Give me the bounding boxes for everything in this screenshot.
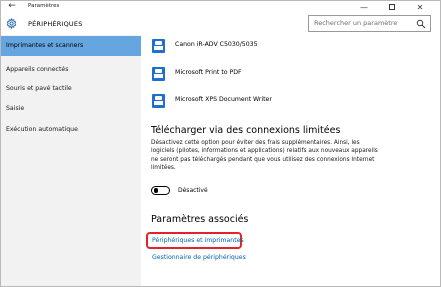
device-item[interactable]: Canon iR-ADV C5030/5035 bbox=[152, 37, 412, 57]
sidebar-item-printers-scanners[interactable]: Imprimantes et scanners bbox=[1, 36, 141, 56]
title-bar: ← Paramètres — ✕ bbox=[1, 1, 440, 14]
search-icon[interactable] bbox=[416, 19, 426, 29]
page-header: PÉRIPHÉRIQUES Rechercher un paramètre bbox=[1, 14, 440, 36]
printer-icon bbox=[152, 94, 165, 108]
related-settings-heading: Paramètres associés bbox=[151, 214, 249, 225]
device-name: Microsoft XPS Document Writer bbox=[175, 96, 272, 103]
printer-icon bbox=[152, 67, 165, 81]
device-name: Canon iR-ADV C5030/5035 bbox=[175, 41, 258, 48]
maximize-icon bbox=[389, 3, 395, 10]
close-button[interactable]: ✕ bbox=[406, 1, 434, 14]
device-item[interactable]: Microsoft XPS Document Writer bbox=[152, 92, 412, 112]
maximize-button[interactable] bbox=[378, 1, 406, 14]
device-item[interactable]: Microsoft Print to PDF bbox=[152, 65, 412, 85]
metered-download-toggle[interactable] bbox=[151, 186, 170, 195]
window-title: Paramètres bbox=[28, 3, 60, 9]
device-manager-link[interactable]: Gestionnaire de périphériques bbox=[152, 254, 246, 261]
device-name: Microsoft Print to PDF bbox=[175, 69, 242, 76]
settings-window: ← Paramètres — ✕ PÉRIPHÉRIQUES Recherche… bbox=[0, 0, 441, 287]
sidebar: Imprimantes et scanners Appareils connec… bbox=[1, 35, 141, 286]
sidebar-item-mouse-touchpad[interactable]: Souris et pavé tactile bbox=[1, 79, 141, 99]
devices-printers-link[interactable]: Périphériques et imprimantes bbox=[152, 237, 244, 244]
search-input[interactable]: Rechercher un paramètre bbox=[308, 15, 431, 32]
sidebar-item-typing[interactable]: Saisie bbox=[1, 99, 141, 119]
sidebar-item-connected-devices[interactable]: Appareils connectés bbox=[1, 60, 141, 80]
back-arrow-icon[interactable]: ← bbox=[7, 1, 17, 11]
minimize-button[interactable]: — bbox=[350, 1, 378, 14]
gear-icon bbox=[6, 18, 17, 29]
toggle-state-label: Désactivé bbox=[178, 187, 208, 194]
search-placeholder: Rechercher un paramètre bbox=[314, 19, 398, 27]
page-title: PÉRIPHÉRIQUES bbox=[28, 20, 83, 28]
metered-description: Désactivez cette option pour éviter des … bbox=[151, 140, 378, 171]
printer-icon bbox=[152, 39, 165, 53]
sidebar-item-autoplay[interactable]: Exécution automatique bbox=[1, 120, 141, 140]
toggle-knob bbox=[153, 188, 158, 193]
metered-heading: Télécharger via des connexions limitées bbox=[151, 125, 341, 136]
main-content: Canon iR-ADV C5030/5035 Microsoft Print … bbox=[141, 35, 440, 286]
